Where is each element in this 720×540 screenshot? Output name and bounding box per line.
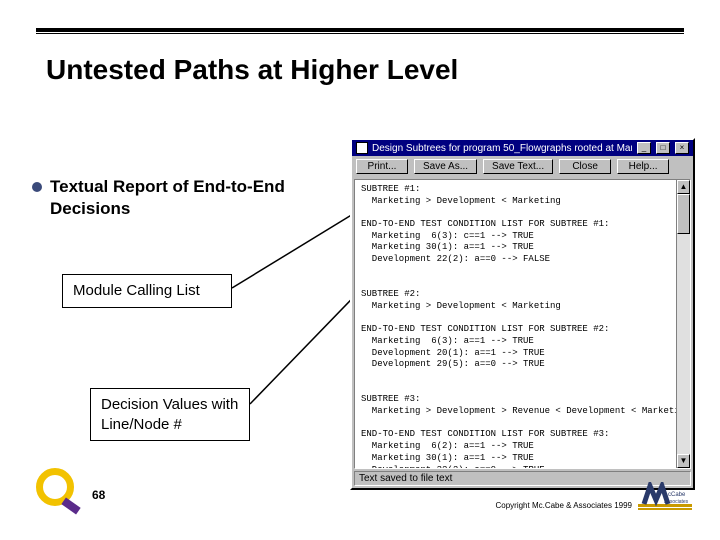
close-button[interactable]: Close: [559, 159, 611, 174]
save-as-button[interactable]: Save As...: [414, 159, 477, 174]
help-button[interactable]: Help...: [617, 159, 669, 174]
mccabe-logo: cCabe Associates: [638, 482, 692, 514]
minimize-button[interactable]: _: [637, 142, 651, 154]
slide-title: Untested Paths at Higher Level: [46, 54, 458, 86]
bullet-text: Textual Report of End-to-End Decisions: [50, 176, 332, 220]
vertical-scrollbar[interactable]: ▲ ▼: [676, 180, 690, 468]
scroll-thumb[interactable]: [677, 194, 690, 234]
report-text-area[interactable]: SUBTREE #1: Marketing > Development < Ma…: [355, 180, 676, 468]
report-window: Design Subtrees for program 50_Flowgraph…: [350, 138, 695, 490]
callout-decision-values: Decision Values with Line/Node #: [90, 388, 250, 441]
status-text: Text saved to file text: [359, 473, 452, 484]
svg-text:Associates: Associates: [664, 499, 689, 505]
window-titlebar[interactable]: Design Subtrees for program 50_Flowgraph…: [352, 140, 693, 156]
bullet-item: Textual Report of End-to-End Decisions: [32, 176, 332, 220]
print-button[interactable]: Print...: [356, 159, 408, 174]
save-text-button[interactable]: Save Text...: [483, 159, 553, 174]
svg-text:cCabe: cCabe: [668, 492, 686, 498]
window-body: SUBTREE #1: Marketing > Development < Ma…: [354, 179, 691, 469]
callout-label: Decision Values with Line/Node #: [101, 396, 238, 433]
close-window-button[interactable]: ×: [675, 142, 689, 154]
callout-label: Module Calling List: [73, 282, 200, 299]
window-icon: [356, 142, 368, 154]
q-logo: [36, 468, 80, 512]
header-rule: [36, 28, 684, 34]
copyright-text: Copyright Mc.Cabe & Associates 1999: [495, 501, 632, 510]
scroll-up-arrow-icon[interactable]: ▲: [677, 180, 690, 194]
window-title-text: Design Subtrees for program 50_Flowgraph…: [372, 143, 632, 154]
window-toolbar: Print... Save As... Save Text... Close H…: [352, 156, 693, 177]
maximize-button[interactable]: □: [656, 142, 670, 154]
scroll-track[interactable]: [677, 194, 690, 454]
scroll-down-arrow-icon[interactable]: ▼: [677, 454, 690, 468]
callout-module-list: Module Calling List: [62, 274, 232, 308]
bullet-icon: [32, 182, 42, 192]
page-number: 68: [92, 488, 105, 502]
